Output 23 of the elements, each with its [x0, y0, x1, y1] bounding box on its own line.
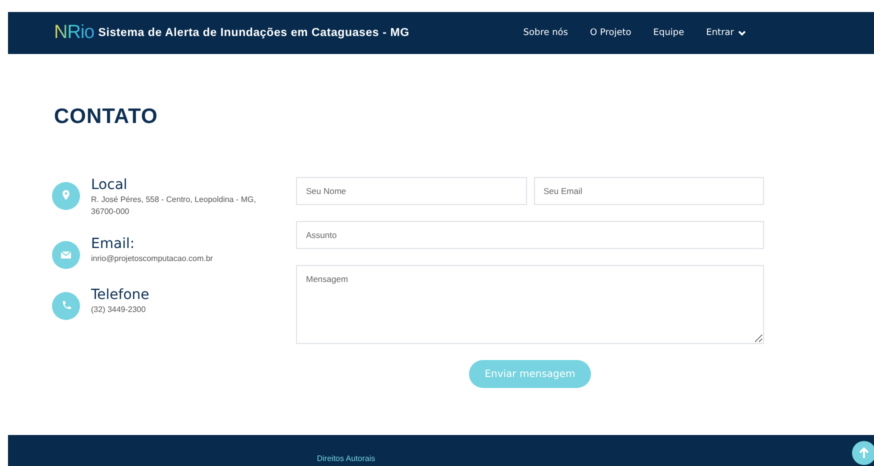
contact-title: Local	[91, 176, 128, 194]
page-heading: CONTATO	[54, 104, 159, 130]
subject-field[interactable]: Assunto	[296, 221, 764, 249]
nav-link[interactable]: Sobre nós	[512, 28, 579, 38]
footer-link[interactable]: Direitos Autorais	[316, 454, 376, 463]
contact-title: Telefone	[91, 286, 150, 304]
envelope-icon	[52, 241, 80, 269]
message-field[interactable]: Mensagem	[296, 265, 764, 344]
contact-detail: inrio@projetoscomputacao.com.br	[91, 253, 213, 265]
site-title: Sistema de Alerta de Inundações em Cataguases - MG	[98, 27, 410, 39]
phone-icon	[52, 292, 80, 320]
nav-dropdown[interactable]: Entrar	[695, 28, 757, 38]
arrow-up-icon	[858, 447, 870, 459]
contact-detail: (32) 3449-2300	[91, 304, 147, 316]
email-field[interactable]: Seu Email	[534, 177, 764, 205]
nav-link[interactable]: Equipe	[642, 28, 696, 38]
contact-detail: R. José Péres, 558 - Centro, Leopoldina - MG,	[91, 194, 256, 206]
chevron-down-icon	[738, 30, 746, 36]
name-field[interactable]: Seu Nome	[296, 177, 526, 205]
nav-link[interactable]: O Projeto	[579, 28, 642, 38]
contact-detail: 36700-000	[91, 206, 130, 218]
contact-title: Email:	[91, 235, 136, 253]
map-pin-icon	[52, 182, 80, 210]
